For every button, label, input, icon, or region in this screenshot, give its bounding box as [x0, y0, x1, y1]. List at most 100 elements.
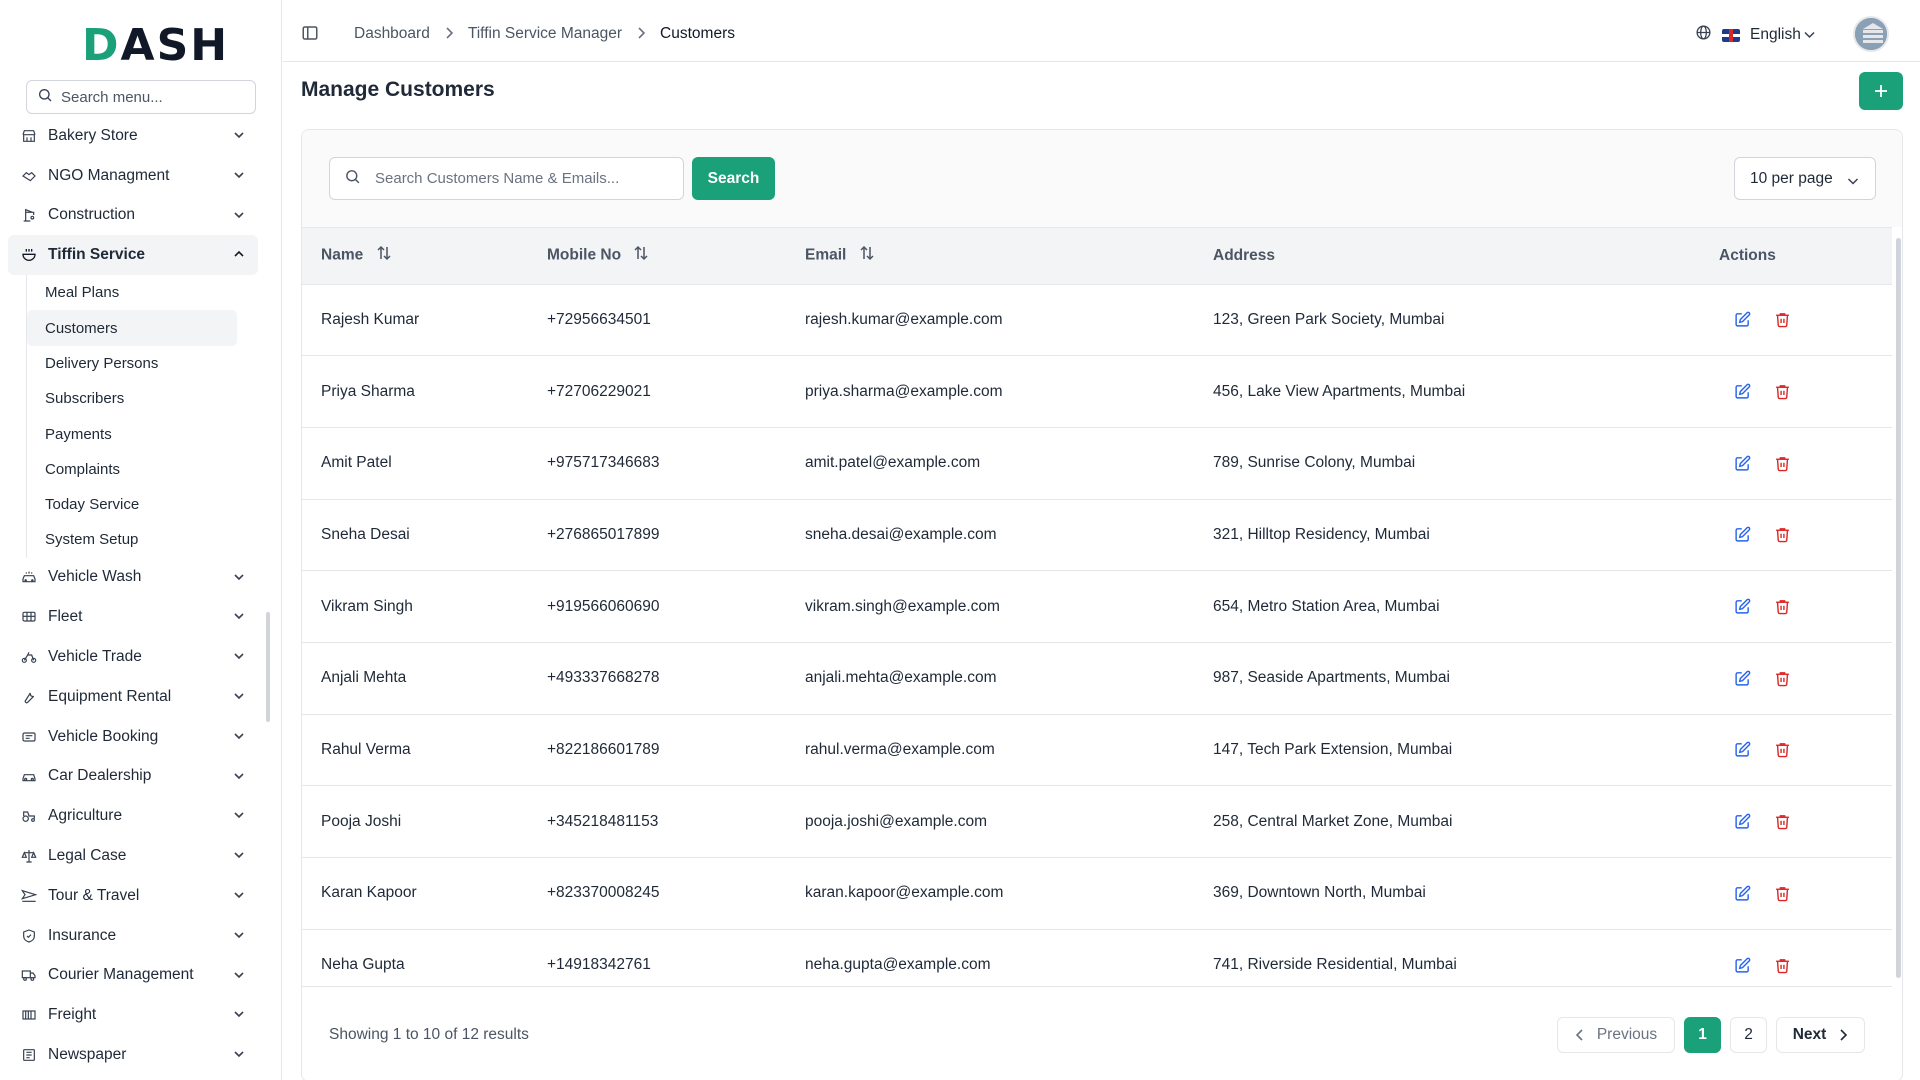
delete-icon[interactable] — [1772, 883, 1792, 903]
sidebar-item-fleet[interactable]: Fleet — [8, 597, 258, 637]
edit-icon[interactable] — [1732, 382, 1752, 402]
delete-icon[interactable] — [1772, 597, 1792, 617]
breadcrumb-dashboard[interactable]: Dashboard — [354, 25, 430, 43]
cell-mobile: +14918342761 — [547, 956, 651, 974]
chevron-down-icon — [1804, 26, 1815, 44]
delete-icon[interactable] — [1772, 955, 1792, 975]
chevron-right-icon — [1840, 1029, 1848, 1041]
sidebar-subitem-complaints[interactable]: Complaints — [27, 452, 237, 487]
sidebar-item-equipment-rental[interactable]: Equipment Rental — [8, 677, 258, 717]
sidebar-item-newspaper[interactable]: Newspaper — [8, 1035, 258, 1075]
sidebar-subitem-payments[interactable]: Payments — [27, 416, 237, 451]
table-row: Amit Patel +975717346683 amit.patel@exampl… — [302, 427, 1892, 499]
delete-icon[interactable] — [1772, 382, 1792, 402]
sidebar-search[interactable] — [26, 80, 256, 114]
chevron-down-icon — [232, 848, 246, 862]
sidebar-toggle-icon[interactable] — [301, 24, 319, 42]
sidebar-item-insurance[interactable]: Insurance — [8, 916, 258, 956]
delete-icon[interactable] — [1772, 525, 1792, 545]
table-header-row: Name Mobile No Email Address Actions — [302, 228, 1892, 284]
sidebar-subitem-today-service[interactable]: Today Service — [27, 487, 237, 522]
cell-mobile: +919566060690 — [547, 597, 660, 615]
page-1-button[interactable]: 1 — [1684, 1017, 1721, 1053]
edit-icon[interactable] — [1732, 883, 1752, 903]
sidebar-item-bakery-store[interactable]: Bakery Store — [8, 116, 258, 156]
sidebar-item-vehicle-wash[interactable]: Vehicle Wash — [8, 558, 258, 598]
language-selector[interactable]: English — [1695, 24, 1815, 46]
sidebar-search-input[interactable] — [61, 88, 241, 106]
cell-mobile: +72956634501 — [547, 310, 651, 328]
edit-icon[interactable] — [1732, 668, 1752, 688]
sort-icon[interactable] — [633, 245, 649, 266]
sidebar-subitem-subscribers[interactable]: Subscribers — [27, 381, 237, 416]
sidebar-subitem-system-setup[interactable]: System Setup — [27, 522, 237, 557]
delete-icon[interactable] — [1772, 453, 1792, 473]
sidebar-item-vehicle-trade[interactable]: Vehicle Trade — [8, 637, 258, 677]
sidebar-subitem-customers[interactable]: Customers — [27, 310, 237, 346]
cell-address: 321, Hilltop Residency, Mumbai — [1213, 525, 1430, 543]
plus-icon — [1875, 85, 1887, 97]
delete-icon[interactable] — [1772, 668, 1792, 688]
chevron-down-icon — [232, 888, 246, 902]
sidebar-item-construction[interactable]: Construction — [8, 196, 258, 236]
chevron-right-icon — [636, 26, 646, 42]
cell-name: Anjali Mehta — [321, 669, 407, 687]
bus-icon — [20, 608, 38, 626]
breadcrumb-tiffin-service-manager[interactable]: Tiffin Service Manager — [468, 25, 622, 43]
breadcrumb-customers: Customers — [660, 25, 735, 42]
chevron-down-icon — [232, 968, 246, 982]
user-avatar[interactable] — [1853, 16, 1889, 52]
edit-icon[interactable] — [1732, 310, 1752, 330]
sidebar-subitem-meal-plans[interactable]: Meal Plans — [27, 275, 237, 310]
sidebar-item-tour-travel[interactable]: Tour & Travel — [8, 876, 258, 916]
cell-email: rajesh.kumar@example.com — [805, 310, 1003, 328]
sidebar-item-freight[interactable]: Freight — [8, 995, 258, 1035]
table-scrollbar[interactable] — [1896, 238, 1901, 978]
sidebar-item-vehicle-booking[interactable]: Vehicle Booking — [8, 717, 258, 757]
chevron-down-icon — [232, 1047, 246, 1061]
col-header-name[interactable]: Name — [302, 228, 528, 284]
sidebar-item-label: Vehicle Trade — [48, 648, 142, 666]
sidebar-scrollbar[interactable] — [266, 612, 270, 722]
col-header-label: Email — [805, 246, 847, 264]
sidebar-item-tiffin-service[interactable]: Tiffin Service — [8, 235, 258, 276]
customer-search[interactable] — [329, 157, 684, 200]
previous-page-button[interactable]: Previous — [1557, 1017, 1675, 1053]
cell-email: karan.kapoor@example.com — [805, 884, 1004, 902]
customer-search-input[interactable] — [375, 170, 665, 187]
sidebar-item-label: Courier Management — [48, 966, 194, 984]
search-button[interactable]: Search — [692, 157, 775, 200]
language-label: English — [1750, 26, 1801, 43]
sort-icon[interactable] — [376, 245, 392, 266]
col-header-email[interactable]: Email — [786, 228, 1194, 284]
col-header-mobile[interactable]: Mobile No — [528, 228, 786, 284]
sidebar-item-legal-case[interactable]: Legal Case — [8, 836, 258, 876]
sidebar-item-label: Newspaper — [48, 1046, 127, 1064]
delete-icon[interactable] — [1772, 310, 1792, 330]
sidebar-item-car-dealership[interactable]: Car Dealership — [8, 757, 258, 797]
brand-logo[interactable]: DASH — [82, 20, 229, 71]
add-customer-button[interactable] — [1859, 72, 1903, 110]
cell-email: pooja.joshi@example.com — [805, 812, 988, 830]
edit-icon[interactable] — [1732, 525, 1752, 545]
uk-flag-icon — [1722, 28, 1740, 42]
sidebar-item-courier-management[interactable]: Courier Management — [8, 956, 258, 996]
search-icon — [344, 168, 361, 190]
cell-mobile: +345218481153 — [547, 812, 659, 830]
per-page-select[interactable]: 10 per page — [1734, 157, 1876, 200]
top-header: Dashboard Tiffin Service Manager Custome… — [283, 0, 1920, 62]
cell-address: 258, Central Market Zone, Mumbai — [1213, 812, 1453, 830]
sort-icon[interactable] — [859, 245, 875, 266]
edit-icon[interactable] — [1732, 453, 1752, 473]
delete-icon[interactable] — [1772, 812, 1792, 832]
page-2-button[interactable]: 2 — [1730, 1017, 1767, 1053]
sidebar-item-ngo-managment[interactable]: NGO Managment — [8, 156, 258, 196]
sidebar-subitem-delivery-persons[interactable]: Delivery Persons — [27, 346, 237, 381]
next-page-button[interactable]: Next — [1776, 1017, 1865, 1053]
edit-icon[interactable] — [1732, 812, 1752, 832]
edit-icon[interactable] — [1732, 597, 1752, 617]
edit-icon[interactable] — [1732, 955, 1752, 975]
edit-icon[interactable] — [1732, 740, 1752, 760]
delete-icon[interactable] — [1772, 740, 1792, 760]
sidebar-item-agriculture[interactable]: Agriculture — [8, 796, 258, 836]
